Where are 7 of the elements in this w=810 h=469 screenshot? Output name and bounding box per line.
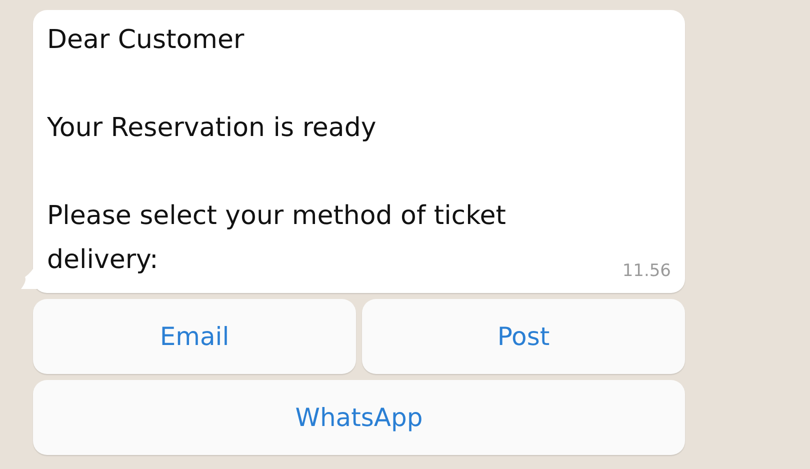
message-text: Dear Customer bbox=[47, 24, 246, 57]
reply-button[interactable]: WhatsApp bbox=[33, 380, 685, 455]
reply-button[interactable]: Email bbox=[33, 299, 356, 374]
message-text: Your Reservation is ready bbox=[47, 112, 378, 145]
reply-button[interactable]: Post bbox=[362, 299, 685, 374]
message-text: Please select your method of ticket delivery: bbox=[47, 200, 507, 277]
message-time: 11.56 bbox=[622, 261, 671, 281]
